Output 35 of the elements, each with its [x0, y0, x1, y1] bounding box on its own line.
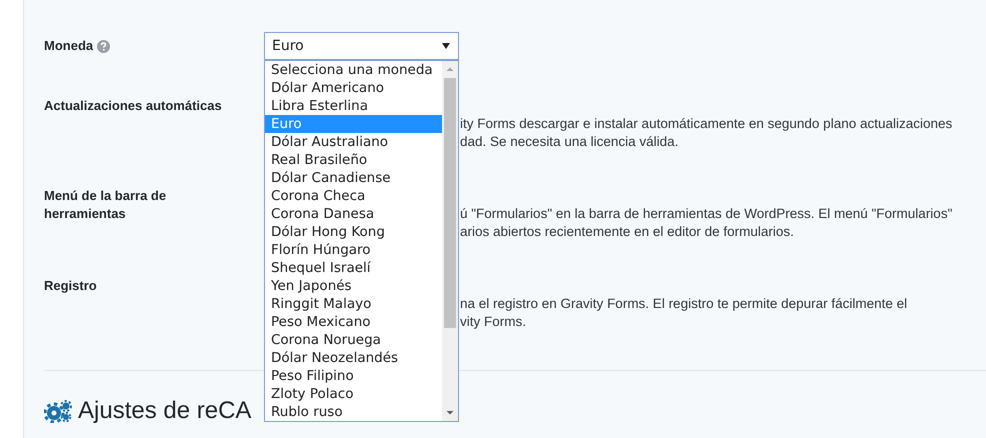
dropdown-option[interactable]: Dólar Americano: [265, 79, 442, 97]
setting-label: Actualizaciones automáticas: [44, 97, 222, 115]
setting-description: na el registro en Gravity Forms. El registro te permite depurar fácilmente el: [460, 295, 908, 313]
dropdown-option[interactable]: Rublo ruso: [265, 403, 442, 421]
dropdown-option[interactable]: Ringgit Malayo: [265, 295, 442, 313]
dropdown-option[interactable]: Peso Mexicano: [265, 313, 442, 331]
dropdown-option[interactable]: Real Brasileño: [265, 151, 442, 169]
setting-description: ú "Formularios" en la barra de herramientas de WordPress. El menú "Formularios": [460, 205, 954, 223]
setting-description: dad. Se necesita una licencia válida.: [460, 133, 680, 151]
setting-description: ity Forms descargar e instalar automáticamente en segundo plano actualizaciones: [460, 115, 954, 133]
dropdown-option[interactable]: Peso Filipino: [265, 367, 442, 385]
dropdown-option[interactable]: Selecciona una moneda: [265, 61, 442, 79]
dropdown-option[interactable]: Corona Checa: [265, 187, 442, 205]
scrollbar-thumb[interactable]: [444, 78, 456, 328]
dropdown-option[interactable]: Dólar Australiano: [265, 133, 442, 151]
dropdown-option[interactable]: Dólar Canadiense: [265, 169, 442, 187]
currency-select[interactable]: Euro: [264, 32, 459, 60]
dropdown-option[interactable]: Yen Japonés: [265, 277, 442, 295]
dropdown-option[interactable]: Zloty Polaco: [265, 385, 442, 403]
dropdown-option[interactable]: Libra Esterlina: [265, 97, 442, 115]
setting-description: vity Forms.: [460, 313, 527, 331]
section-heading: Ajustes de reCA: [78, 397, 252, 425]
help-icon[interactable]: [97, 40, 110, 52]
setting-label: Registro: [44, 277, 97, 295]
dropdown-option[interactable]: Shequel Israelí: [265, 259, 442, 277]
gears-icon: [44, 399, 72, 423]
dropdown-option[interactable]: Dólar Hong Kong: [265, 223, 442, 241]
dropdown-option[interactable]: Dólar Neozelandés: [265, 349, 442, 367]
dropdown-option[interactable]: Corona Danesa: [265, 205, 442, 223]
dropdown-option[interactable]: Florín Húngaro: [265, 241, 442, 259]
dropdown-option[interactable]: Corona Noruega: [265, 331, 442, 349]
caret-icon: [442, 43, 450, 49]
setting-label: Moneda: [44, 37, 94, 55]
setting-description: arios abiertos recientemente en el editor de formularios.: [460, 223, 795, 241]
setting-label: Menú de la barra de herramientas: [44, 187, 168, 223]
